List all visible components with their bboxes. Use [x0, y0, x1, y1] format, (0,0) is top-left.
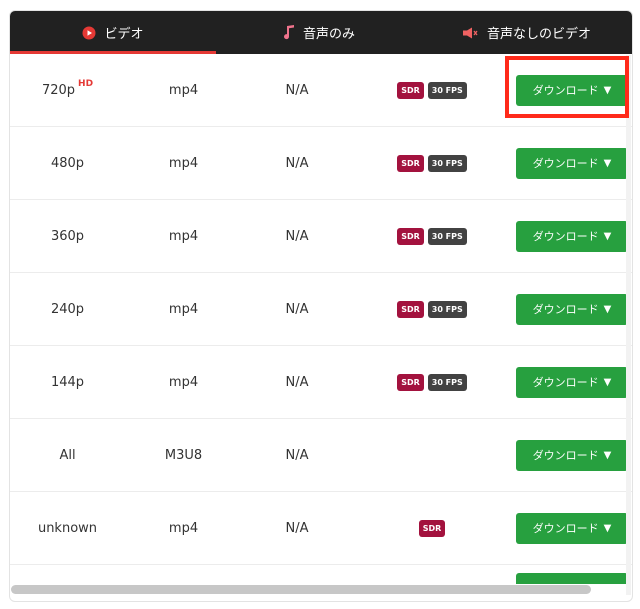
- sdr-badge: SDR: [397, 227, 424, 245]
- table-row: 240p mp4 N/A SDR 30 FPS ダウンロード ▼: [10, 273, 632, 346]
- size-cell: N/A: [285, 82, 309, 98]
- size-cell: N/A: [285, 301, 309, 317]
- fps-badge: 30 FPS: [427, 300, 467, 318]
- download-cell: ダウンロード ▼: [516, 273, 628, 345]
- horizontal-scrollbar[interactable]: [11, 585, 591, 594]
- quality-cell: 144p: [50, 374, 85, 390]
- dropdown-arrow-icon: ▼: [603, 157, 612, 169]
- badges-cell: SDR 30 FPS: [352, 200, 512, 272]
- download-cell: ダウンロード ▼: [516, 127, 628, 199]
- dropdown-arrow-icon: ▼: [603, 376, 612, 388]
- quality-cell: 240p: [50, 301, 85, 317]
- music-note-icon: [283, 25, 295, 40]
- size-cell: N/A: [285, 520, 309, 536]
- quality-cell: 360p: [50, 228, 85, 244]
- table-row-partial: [10, 565, 632, 584]
- download-cell: ダウンロード ▼: [516, 419, 628, 491]
- download-label: ダウンロード: [532, 376, 599, 389]
- download-button[interactable]: ダウンロード ▼: [516, 366, 628, 398]
- format-cell: mp4: [168, 155, 199, 171]
- download-label: ダウンロード: [532, 157, 599, 170]
- hd-badge: HD: [78, 79, 94, 89]
- badges-cell: [352, 419, 512, 491]
- size-cell: N/A: [285, 228, 309, 244]
- size-cell: N/A: [285, 374, 309, 390]
- badges-cell: SDR: [352, 492, 512, 564]
- sdr-badge: SDR: [418, 519, 446, 537]
- tab-video-label: ビデオ: [104, 27, 144, 42]
- quality-cell: 720p HD: [10, 54, 125, 126]
- fps-badge: 30 FPS: [427, 81, 467, 99]
- download-button[interactable]: ダウンロード ▼: [516, 512, 628, 544]
- format-cell: mp4: [168, 228, 199, 244]
- badges-cell: SDR 30 FPS: [352, 346, 512, 418]
- muted-speaker-icon: [462, 27, 479, 39]
- download-button-partial[interactable]: [516, 573, 628, 584]
- format-cell: mp4: [168, 520, 199, 536]
- table-row: 480p mp4 N/A SDR 30 FPS ダウンロード ▼: [10, 127, 632, 200]
- dropdown-arrow-icon: ▼: [603, 449, 612, 461]
- table-row: 144p mp4 N/A SDR 30 FPS ダウンロード ▼: [10, 346, 632, 419]
- table-row: unknown mp4 N/A SDR ダウンロード ▼: [10, 492, 632, 565]
- dropdown-arrow-icon: ▼: [603, 230, 612, 242]
- tab-audio-only-label: 音声のみ: [302, 27, 355, 42]
- dropdown-arrow-icon: ▼: [603, 522, 612, 534]
- download-cell: ダウンロード ▼: [516, 346, 628, 418]
- tab-video-no-audio[interactable]: 音声なしのビデオ: [422, 11, 632, 54]
- fps-badge: 30 FPS: [427, 154, 467, 172]
- quality-cell: unknown: [37, 520, 98, 536]
- format-cell: mp4: [168, 301, 199, 317]
- tab-bar: ビデオ 音声のみ 音声なしのビデオ: [10, 11, 632, 54]
- sdr-badge: SDR: [397, 300, 424, 318]
- format-cell: mp4: [168, 374, 199, 390]
- download-button[interactable]: ダウンロード ▼: [516, 147, 628, 179]
- download-label: ダウンロード: [532, 449, 599, 462]
- table-row: 360p mp4 N/A SDR 30 FPS ダウンロード ▼: [10, 200, 632, 273]
- table-row: All M3U8 N/A ダウンロード ▼: [10, 419, 632, 492]
- size-cell: N/A: [285, 155, 309, 171]
- tab-video-no-audio-label: 音声なしのビデオ: [486, 27, 591, 42]
- quality-label: 720p: [41, 82, 76, 98]
- format-cell: mp4: [168, 82, 199, 98]
- quality-cell: 480p: [50, 155, 85, 171]
- badges-cell: SDR 30 FPS: [352, 127, 512, 199]
- download-label: ダウンロード: [532, 303, 599, 316]
- sdr-badge: SDR: [397, 154, 424, 172]
- download-button[interactable]: ダウンロード ▼: [516, 439, 628, 471]
- download-label: ダウンロード: [532, 522, 599, 535]
- vertical-scrollbar[interactable]: [626, 55, 631, 595]
- format-cell: M3U8: [164, 447, 203, 463]
- quality-cell: All: [59, 447, 76, 463]
- badges-cell: SDR 30 FPS: [352, 273, 512, 345]
- download-cell: ダウンロード ▼: [516, 492, 628, 564]
- sdr-badge: SDR: [397, 81, 424, 99]
- badges-cell: SDR 30 FPS: [352, 54, 512, 126]
- tab-audio-only[interactable]: 音声のみ: [216, 11, 422, 54]
- download-button[interactable]: ダウンロード ▼: [516, 293, 628, 325]
- fps-badge: 30 FPS: [427, 373, 467, 391]
- download-cell: ダウンロード ▼: [516, 200, 628, 272]
- download-label: ダウンロード: [532, 230, 599, 243]
- fps-badge: 30 FPS: [427, 227, 467, 245]
- format-table: 720p HD mp4 N/A SDR 30 FPS ダウンロード ▼ 480p…: [10, 54, 632, 584]
- size-cell: N/A: [285, 447, 309, 463]
- download-button[interactable]: ダウンロード ▼: [516, 220, 628, 252]
- highlight-box: [505, 56, 629, 118]
- video-circle-icon: [82, 26, 96, 40]
- dropdown-arrow-icon: ▼: [603, 303, 612, 315]
- sdr-badge: SDR: [397, 373, 424, 391]
- tab-video[interactable]: ビデオ: [10, 11, 216, 54]
